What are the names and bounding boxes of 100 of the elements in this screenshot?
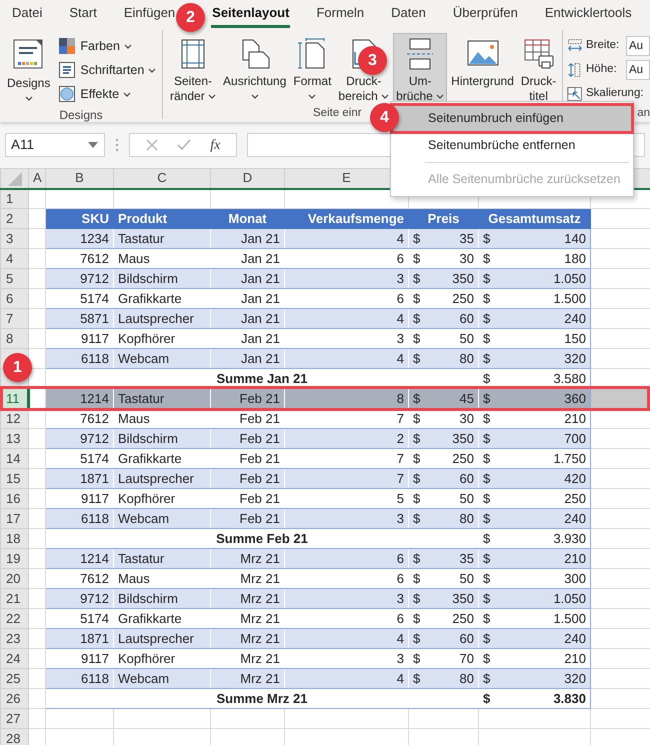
table-cell: $ 80	[408, 348, 478, 368]
row-header[interactable]: 16	[0, 488, 28, 508]
table-cell: $ 45	[408, 388, 478, 408]
grip-icon	[115, 138, 119, 152]
row-header[interactable]: 25	[0, 668, 28, 688]
column-header[interactable]: C	[114, 168, 210, 188]
cancel-icon	[146, 139, 158, 151]
ribbon-button[interactable]: Format	[290, 33, 334, 105]
input-field[interactable]: Au	[626, 36, 650, 56]
table-cell: Lautsprecher	[114, 628, 210, 648]
row-header[interactable]: 22	[0, 608, 28, 628]
column-header[interactable]: B	[46, 168, 114, 188]
effects-icon	[58, 85, 76, 103]
ribbon-button[interactable]: Farben	[56, 35, 158, 57]
table-cell: Mrz 21	[210, 548, 284, 568]
ribbon-tab[interactable]: Datei	[11, 4, 44, 28]
table-cell: $ 80	[408, 508, 478, 528]
table-cell: Feb 21	[210, 428, 284, 448]
row-header[interactable]: 19	[0, 548, 28, 568]
table-cell: Webcam	[114, 508, 210, 528]
row-header[interactable]: 15	[0, 468, 28, 488]
table-cell: $ 350	[408, 588, 478, 608]
table-cell: Jan 21	[210, 268, 284, 288]
table-cell: Jan 21	[210, 348, 284, 368]
row-header[interactable]: 6	[0, 288, 28, 308]
ribbon-tab[interactable]: Start	[68, 4, 98, 28]
table-cell: Tastatur	[114, 388, 210, 408]
table-cell: $ 35	[408, 228, 478, 248]
row-header[interactable]: 14	[0, 448, 28, 468]
row-header[interactable]: 18	[0, 528, 28, 548]
table-cell: $ 35	[408, 548, 478, 568]
row-header[interactable]: 1	[0, 188, 28, 208]
row-header[interactable]: 23	[0, 628, 28, 648]
table-cell: 4	[284, 668, 408, 688]
row-header[interactable]: 28	[0, 728, 28, 745]
dropdown-arrow-icon	[88, 142, 98, 148]
row-header[interactable]: 21	[0, 588, 28, 608]
table-cell: 3	[284, 508, 408, 528]
check-icon	[176, 139, 191, 151]
total-label: Summe Mrz 21	[46, 688, 478, 708]
ribbon-tab[interactable]: Überprüfen	[452, 4, 519, 28]
table-cell: Bildschirm	[114, 588, 210, 608]
input-field[interactable]: Au	[626, 60, 650, 80]
table-cell: Webcam	[114, 668, 210, 688]
table-cell: 2	[284, 428, 408, 448]
group-label: an	[637, 106, 650, 121]
table-cell: 1871	[46, 468, 114, 488]
ribbon-tab[interactable]: Einfügen	[122, 4, 176, 28]
table-cell: $ 60	[408, 468, 478, 488]
ribbon-tab[interactable]: Daten	[390, 4, 427, 28]
table-cell: $ 240	[478, 308, 590, 328]
row-header[interactable]: 2	[0, 208, 28, 228]
table-cell: 1214	[46, 388, 114, 408]
table-cell: $ 60	[408, 628, 478, 648]
row-header[interactable]: 5	[0, 268, 28, 288]
table-cell: 1214	[46, 548, 114, 568]
table-cell: $ 60	[408, 308, 478, 328]
menu-item[interactable]: Seitenumbruch einfügen	[391, 105, 633, 132]
column-header[interactable]: D	[210, 168, 284, 188]
header-cell: SKU	[46, 208, 114, 228]
width-icon	[567, 38, 583, 54]
header-cell: Gesamtumsatz	[478, 208, 590, 228]
row-header[interactable]: 20	[0, 568, 28, 588]
table-cell: Feb 21	[210, 388, 284, 408]
row-header[interactable]: 17	[0, 508, 28, 528]
table-cell: $ 1.050	[478, 268, 590, 288]
insert-function-button[interactable]: fx	[210, 134, 220, 156]
ribbon-button[interactable]: Effekte	[56, 83, 158, 105]
table-cell: 9712	[46, 268, 114, 288]
table-cell: Lautsprecher	[114, 468, 210, 488]
column-header[interactable]: A	[28, 168, 46, 188]
table-cell: $ 240	[478, 508, 590, 528]
table-cell: Mrz 21	[210, 588, 284, 608]
table-cell: 6118	[46, 348, 114, 368]
ribbon-button[interactable]: Ausrichtung	[220, 33, 290, 105]
menu-item[interactable]: Seitenumbrüche entfernen	[391, 132, 633, 159]
ribbon-tab[interactable]: Entwicklertools	[544, 4, 633, 28]
table-cell: Tastatur	[114, 228, 210, 248]
row-header[interactable]: 4	[0, 248, 28, 268]
select-all-icon	[8, 172, 22, 186]
ribbon-tab[interactable]: Formeln	[315, 4, 366, 28]
table-cell: Jan 21	[210, 228, 284, 248]
ribbon-button[interactable]: Schriftarten	[56, 59, 158, 81]
ribbon-button[interactable]: Designs	[4, 33, 54, 107]
table-cell: Mrz 21	[210, 668, 284, 688]
row-header[interactable]: 8	[0, 328, 28, 348]
color-palette-icon	[58, 37, 76, 55]
name-box[interactable]: A11	[5, 133, 105, 157]
row-header[interactable]: 27	[0, 708, 28, 728]
field-label: Breite:	[586, 38, 620, 54]
table-cell: 3	[284, 588, 408, 608]
ribbon-button[interactable]: Seiten- ränder	[167, 33, 220, 105]
row-header[interactable]: 24	[0, 648, 28, 668]
table-cell: $ 420	[478, 468, 590, 488]
table-cell: Bildschirm	[114, 428, 210, 448]
row-header[interactable]: 3	[0, 228, 28, 248]
table-cell: Bildschirm	[114, 268, 210, 288]
row-header[interactable]: 13	[0, 428, 28, 448]
row-header[interactable]: 7	[0, 308, 28, 328]
row-header[interactable]: 26	[0, 688, 28, 708]
